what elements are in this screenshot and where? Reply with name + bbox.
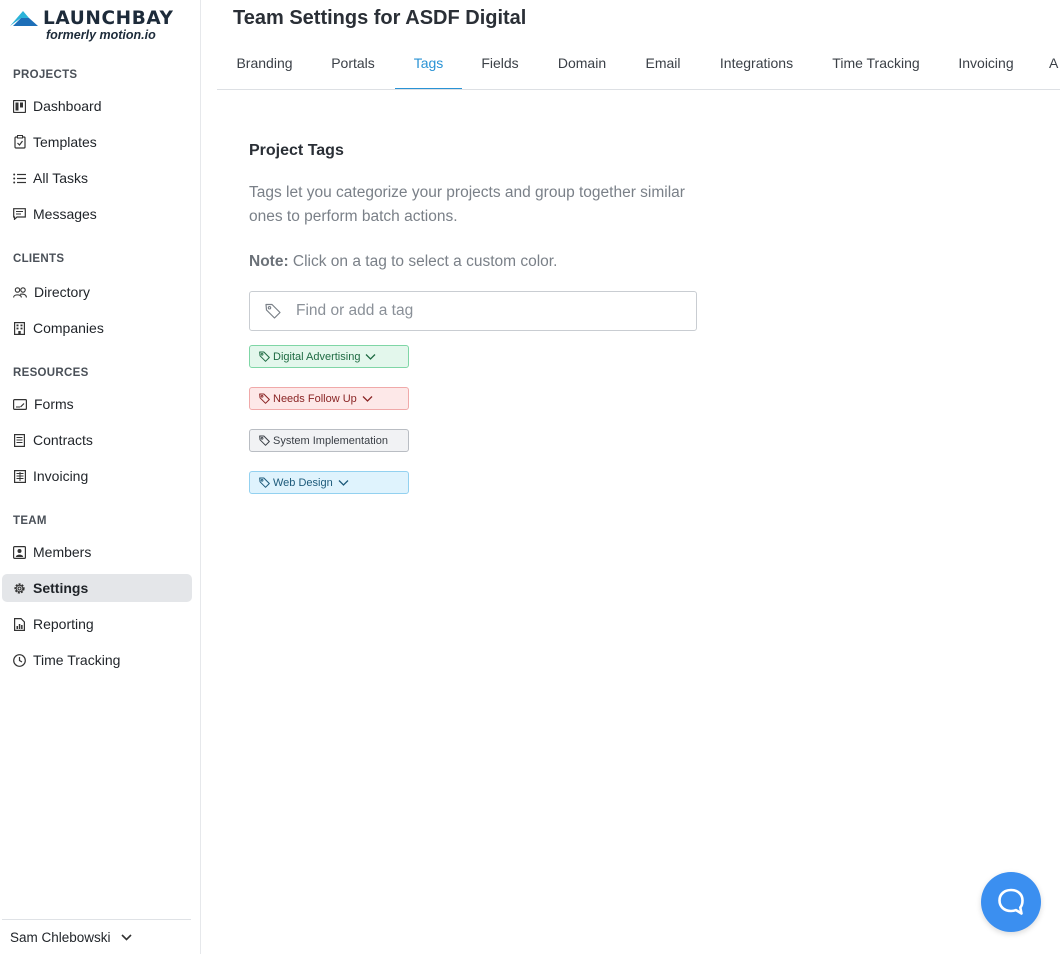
- tag-icon: [265, 303, 281, 319]
- sidebar-item-label: Forms: [34, 396, 74, 412]
- member-icon: [13, 545, 26, 559]
- section-title: Project Tags: [249, 142, 344, 159]
- chevron-down-icon[interactable]: [338, 479, 349, 487]
- tab-integrations[interactable]: Integrations: [700, 42, 813, 89]
- sidebar-item-directory[interactable]: Directory: [2, 278, 192, 306]
- tag-chip[interactable]: Digital Advertising: [249, 345, 409, 368]
- sidebar-item-label: Time Tracking: [33, 652, 121, 668]
- sidebar-item-companies[interactable]: Companies: [2, 314, 192, 342]
- page-title: Team Settings for ASDF Digital: [233, 7, 527, 29]
- chat-bubble-icon: [998, 888, 1024, 915]
- tag-label: System Implementation: [273, 434, 388, 447]
- section-label-resources: RESOURCES: [13, 367, 89, 379]
- building-icon: [13, 321, 26, 335]
- user-menu[interactable]: Sam Chlebowski: [2, 919, 191, 954]
- tab-portals[interactable]: Portals: [312, 42, 394, 89]
- sidebar-item-members[interactable]: Members: [2, 538, 192, 566]
- tag-icon: [259, 351, 270, 362]
- tab-fields[interactable]: Fields: [462, 42, 538, 89]
- form-icon: [13, 398, 27, 411]
- sidebar-item-label: Settings: [33, 580, 89, 596]
- user-name: Sam Chlebowski: [10, 929, 111, 945]
- sidebar-item-label: Companies: [33, 320, 104, 336]
- sidebar-item-label: Directory: [34, 284, 91, 300]
- tab-overflow[interactable]: A: [1049, 42, 1060, 89]
- tab-email[interactable]: Email: [626, 42, 700, 89]
- clipboard-icon: [13, 135, 26, 149]
- chevron-down-icon[interactable]: [362, 395, 373, 403]
- sidebar-item-label: Messages: [33, 206, 97, 222]
- sidebar-item-label: Members: [33, 544, 92, 560]
- sidebar-item-reporting[interactable]: Reporting: [2, 610, 192, 638]
- brand-name: LAUNCHBAY: [43, 7, 174, 29]
- chevron-down-icon: [120, 933, 132, 941]
- tab-invoicing[interactable]: Invoicing: [939, 42, 1033, 89]
- sidebar: LAUNCHBAY formerly motion.io PROJECTS Da…: [0, 0, 201, 954]
- sidebar-item-label: Dashboard: [33, 98, 102, 114]
- tag-icon: [259, 477, 270, 488]
- settings-tabs: Branding Portals Tags Fields Domain Emai…: [217, 42, 1060, 90]
- sidebar-item-label: Reporting: [33, 616, 94, 632]
- sidebar-item-label: Contracts: [33, 432, 93, 448]
- sidebar-item-messages[interactable]: Messages: [2, 200, 192, 228]
- sidebar-item-label: Invoicing: [33, 468, 89, 484]
- tag-chip[interactable]: Web Design: [249, 471, 409, 494]
- sidebar-item-all-tasks[interactable]: All Tasks: [2, 164, 192, 192]
- sidebar-item-time-tracking[interactable]: Time Tracking: [2, 646, 192, 674]
- clock-icon: [13, 653, 26, 667]
- gear-icon: [13, 582, 26, 595]
- launchbay-logo[interactable]: LAUNCHBAY formerly motion.io: [9, 8, 189, 44]
- tab-branding[interactable]: Branding: [217, 42, 312, 89]
- chevron-down-icon[interactable]: [365, 353, 376, 361]
- sidebar-item-forms[interactable]: Forms: [2, 390, 192, 418]
- tag-label: Digital Advertising: [273, 350, 361, 363]
- note-text: Click on a tag to select a custom color.: [288, 253, 558, 270]
- tag-search-input[interactable]: [296, 302, 666, 320]
- message-icon: [13, 208, 26, 221]
- section-label-team: TEAM: [13, 515, 47, 527]
- note-label: Note:: [249, 253, 289, 270]
- tag-chip[interactable]: Needs Follow Up: [249, 387, 409, 410]
- tab-time-tracking[interactable]: Time Tracking: [813, 42, 939, 89]
- tag-icon: [259, 393, 270, 404]
- list-icon: [13, 172, 26, 185]
- tag-label: Web Design: [273, 476, 333, 489]
- section-label-clients: CLIENTS: [13, 253, 65, 265]
- sidebar-item-contracts[interactable]: Contracts: [2, 426, 192, 454]
- tag-chip[interactable]: System Implementation: [249, 429, 409, 452]
- sidebar-item-label: All Tasks: [33, 170, 88, 186]
- tab-tags[interactable]: Tags: [395, 42, 462, 89]
- section-label-projects: PROJECTS: [13, 69, 78, 81]
- tags-description: Tags let you categorize your projects an…: [249, 184, 685, 225]
- sidebar-item-invoicing[interactable]: Invoicing: [2, 462, 192, 490]
- dashboard-icon: [13, 99, 26, 113]
- people-icon: [13, 286, 27, 299]
- sidebar-item-dashboard[interactable]: Dashboard: [2, 92, 192, 120]
- sidebar-item-templates[interactable]: Templates: [2, 128, 192, 156]
- sidebar-item-label: Templates: [33, 134, 97, 150]
- invoice-icon: [13, 469, 26, 483]
- tab-domain[interactable]: Domain: [538, 42, 626, 89]
- logo-mark-icon: [10, 11, 38, 26]
- brand-tagline: formerly motion.io: [46, 28, 156, 42]
- tags-note: Note: Click on a tag to select a custom …: [249, 253, 557, 271]
- tag-search-field[interactable]: [249, 291, 697, 331]
- document-icon: [13, 433, 26, 447]
- report-icon: [13, 617, 26, 631]
- help-chat-button[interactable]: [981, 872, 1041, 932]
- tag-label: Needs Follow Up: [273, 392, 357, 405]
- sidebar-item-settings[interactable]: Settings: [2, 574, 192, 602]
- tag-icon: [259, 435, 270, 446]
